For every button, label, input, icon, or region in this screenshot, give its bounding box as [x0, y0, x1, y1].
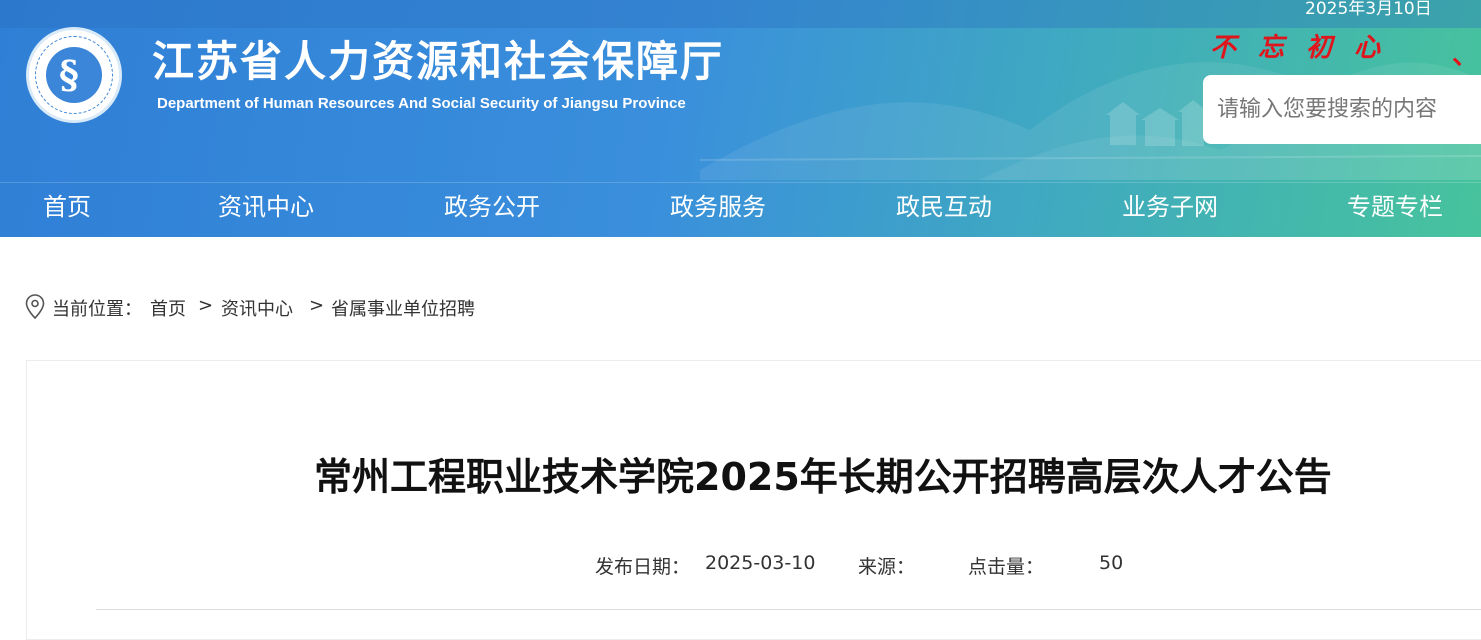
article-title: 常州工程职业技术学院2025年长期公开招聘高层次人才公告 — [314, 455, 1332, 499]
nav-item-government-affairs[interactable]: 政务公开 — [444, 187, 540, 222]
breadcrumb-home-link[interactable]: 首页 — [150, 295, 186, 321]
breadcrumb-current[interactable]: 省属事业单位招聘 — [331, 295, 475, 321]
nav-item-government-services[interactable]: 政务服务 — [670, 187, 766, 222]
location-pin-icon — [25, 294, 45, 320]
site-title[interactable]: 江苏省人力资源和社会保障厅 — [152, 28, 724, 89]
views-count: 50 — [1099, 552, 1124, 574]
publish-date-value: 2025-03-10 — [705, 552, 816, 574]
slogan-tail: 、 — [1452, 41, 1479, 71]
department-logo[interactable]: § — [26, 27, 122, 123]
meta-divider — [96, 609, 1481, 610]
search-input[interactable] — [1217, 93, 1481, 125]
publish-date-label: 发布日期： — [595, 556, 691, 578]
main-nav: 首页 资讯中心 政务公开 政务服务 政民互动 业务子网 专题专栏 — [0, 182, 1481, 237]
nav-item-special-topics[interactable]: 专题专栏 — [1347, 187, 1443, 222]
breadcrumb-separator: > — [309, 295, 325, 316]
nav-item-news-center[interactable]: 资讯中心 — [218, 187, 314, 222]
logo-symbol-icon: § — [59, 52, 79, 97]
search-box[interactable] — [1203, 75, 1481, 144]
breadcrumb-news-link[interactable]: 资讯中心 — [221, 295, 293, 321]
source-label: 来源： — [858, 556, 916, 578]
breadcrumb-prefix: 当前位置： — [52, 299, 142, 320]
views-label: 点击量： — [968, 556, 1045, 578]
nav-item-home[interactable]: 首页 — [43, 187, 91, 222]
nav-item-business-subsites[interactable]: 业务子网 — [1122, 187, 1218, 222]
breadcrumb-separator: > — [198, 295, 214, 316]
site-subtitle: Department of Human Resources And Social… — [157, 95, 686, 112]
header-banner: 2025年3月10日 § 江苏省人力资源和社会保障厅 Department of… — [0, 0, 1481, 237]
slogan: 不忘初心 — [1210, 33, 1403, 63]
current-date: 2025年3月10日 — [1305, 0, 1432, 19]
nav-item-interaction[interactable]: 政民互动 — [896, 187, 992, 222]
